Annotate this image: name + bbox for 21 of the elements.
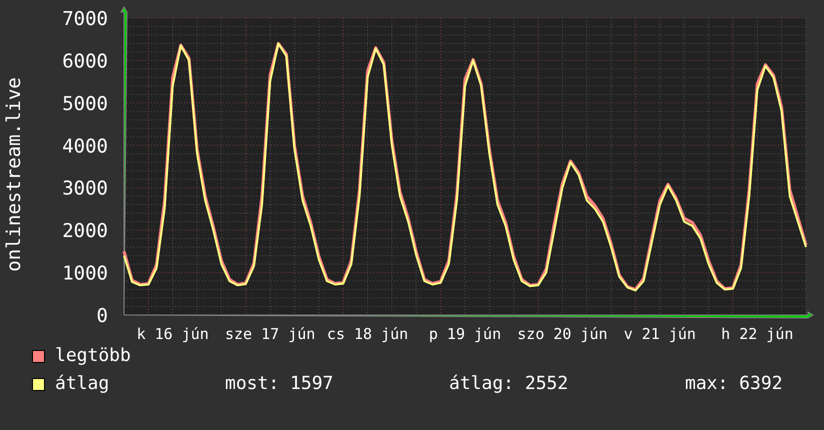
x-tick-label: szo 20 jún <box>517 325 608 343</box>
x-tick-label: h 22 jún <box>721 325 794 343</box>
y-tick-label: 6000 <box>62 50 108 72</box>
x-tick-label: k 16 jún <box>136 325 209 343</box>
y-tick-label: 2000 <box>62 220 108 242</box>
x-tick-label: cs 18 jún <box>326 325 408 343</box>
axis-title: onlinestream.live <box>3 77 25 272</box>
y-tick-label: 7000 <box>62 8 108 30</box>
stat-value: most: 1597 <box>225 373 334 395</box>
y-tick-label: 3000 <box>62 178 108 200</box>
x-tick-label: v 21 jún <box>624 325 696 343</box>
x-tick-label: p 19 jún <box>428 325 502 343</box>
stat-value: max: 6392 <box>685 373 783 395</box>
y-tick-label: 5000 <box>62 92 108 115</box>
x-tick-label: sze 17 jún <box>224 325 316 343</box>
legend-label: átlag <box>55 373 110 395</box>
y-tick-label: 0 <box>96 305 108 327</box>
legend-label: legtöbb <box>55 345 132 367</box>
y-tick-label: 4000 <box>62 135 108 158</box>
stat-value: átlag: 2552 <box>449 373 570 395</box>
y-tick-label: 1000 <box>62 262 108 285</box>
